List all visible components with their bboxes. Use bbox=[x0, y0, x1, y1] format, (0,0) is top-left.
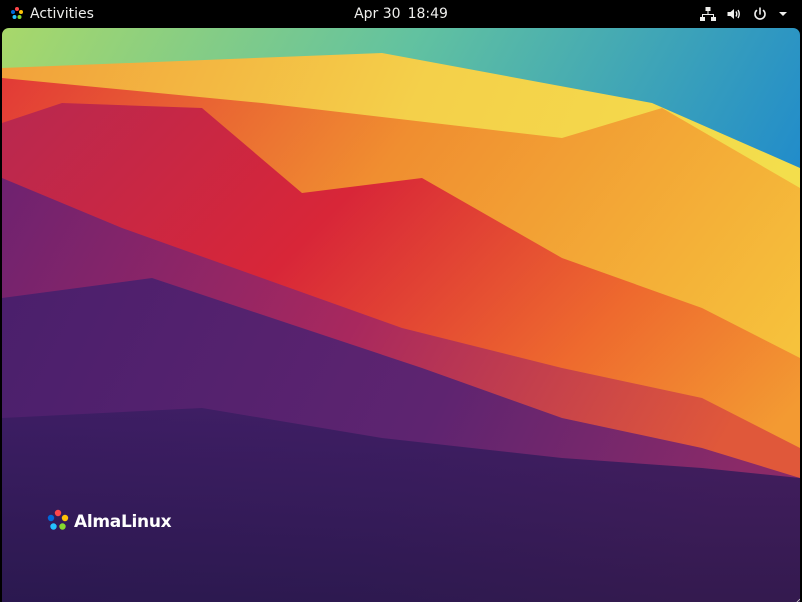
power-icon[interactable] bbox=[752, 6, 768, 22]
desktop[interactable]: AlmaLinux bbox=[2, 28, 800, 602]
resize-grip bbox=[790, 592, 800, 602]
almalinux-logo-icon bbox=[10, 5, 24, 24]
clock: Apr 30 18:49 bbox=[0, 0, 802, 28]
volume-icon[interactable] bbox=[726, 6, 742, 22]
activities-button[interactable]: Activities bbox=[10, 0, 94, 28]
almalinux-logo-icon bbox=[46, 508, 70, 536]
system-tray[interactable] bbox=[700, 0, 788, 28]
clock-date[interactable]: Apr 30 bbox=[354, 6, 400, 22]
network-wired-icon[interactable] bbox=[700, 6, 716, 22]
almalinux-brand: AlmaLinux bbox=[46, 508, 172, 536]
top-bar: Activities Apr 30 18:49 bbox=[0, 0, 802, 28]
activities-label: Activities bbox=[30, 6, 94, 22]
clock-time[interactable]: 18:49 bbox=[408, 6, 448, 22]
dropdown-arrow-icon[interactable] bbox=[778, 9, 788, 19]
brand-wordmark: AlmaLinux bbox=[74, 512, 172, 532]
